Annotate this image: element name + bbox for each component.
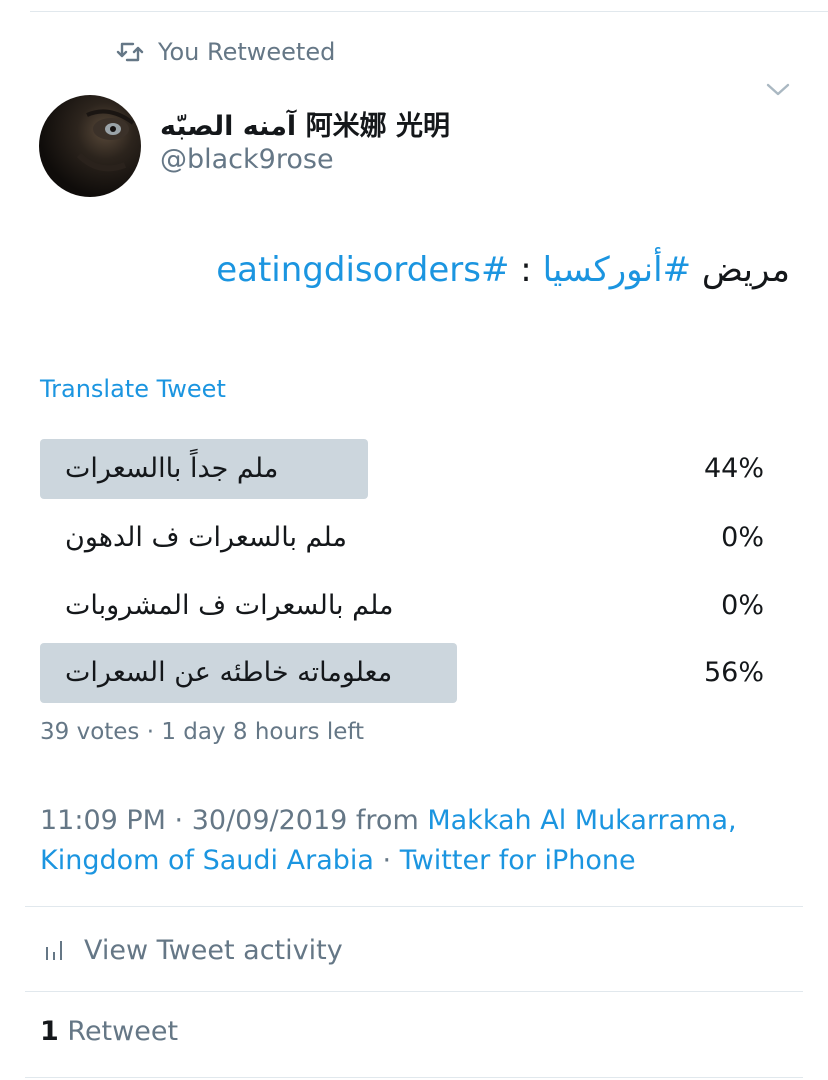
retweet-context: You Retweeted <box>116 34 335 70</box>
chevron-down-icon[interactable] <box>764 80 792 100</box>
avatar-image <box>76 109 135 172</box>
top-divider <box>30 11 828 12</box>
retweet-context-label: You Retweeted <box>158 38 336 66</box>
poll-option-percent: 0% <box>721 522 764 553</box>
retweet-icon <box>116 42 144 62</box>
poll-option-percent: 0% <box>721 590 764 621</box>
hashtag-anorexia[interactable]: #أنوركسيا <box>543 250 692 290</box>
tweet-word: مريض <box>701 250 790 290</box>
poll-option-percent: 44% <box>703 453 764 484</box>
timestamp-dot: · <box>373 845 400 876</box>
retweet-count-label: Retweet <box>67 1016 179 1047</box>
divider <box>25 991 803 992</box>
poll-option[interactable]: ملم بالسعرات ف المشروبات 0% <box>40 576 770 636</box>
translate-tweet-link[interactable]: Translate Tweet <box>40 375 226 403</box>
poll-option-label: ملم جداً باالسعرات <box>65 453 279 484</box>
avatar[interactable] <box>39 95 141 197</box>
view-tweet-activity-label: View Tweet activity <box>84 934 343 966</box>
poll-option-label: ملم بالسعرات ف الدهون <box>65 522 347 553</box>
divider <box>25 906 803 907</box>
retweet-count-number: 1 <box>40 1016 59 1047</box>
poll-option[interactable]: ملم جداً باالسعرات 44% <box>40 439 770 499</box>
poll-option[interactable]: معلوماته خاطئه عن السعرات 56% <box>40 643 770 703</box>
divider <box>25 1077 803 1078</box>
poll-option-label: ملم بالسعرات ف المشروبات <box>65 590 394 621</box>
poll-meta: 39 votes · 1 day 8 hours left <box>40 719 365 745</box>
poll-option[interactable]: ملم بالسعرات ف الدهون 0% <box>40 508 770 568</box>
timestamp-client-link[interactable]: Twitter for iPhone <box>400 845 636 876</box>
author-handle[interactable]: @black9rose <box>160 144 334 175</box>
timestamp-time-date: 11:09 PM · 30/09/2019 from <box>40 805 428 836</box>
poll-option-label: معلوماته خاطئه عن السعرات <box>65 657 393 688</box>
poll-option-percent: 56% <box>703 657 764 688</box>
tweet-separator: : <box>509 250 543 290</box>
tweet-timestamp: 11:09 PM · 30/09/2019 from Makkah Al Muk… <box>40 801 800 881</box>
hashtag-eatingdisorders[interactable]: #eatingdisorders <box>216 250 509 290</box>
retweet-count[interactable]: 1 Retweet <box>40 1016 178 1047</box>
tweet-text: مريض #أنوركسيا : #eatingdisorders <box>40 246 790 294</box>
view-tweet-activity-button[interactable]: View Tweet activity <box>44 930 343 970</box>
author-display-name[interactable]: آمنه الصبّه 阿米娜 光明 <box>160 104 450 143</box>
analytics-icon <box>46 941 62 960</box>
